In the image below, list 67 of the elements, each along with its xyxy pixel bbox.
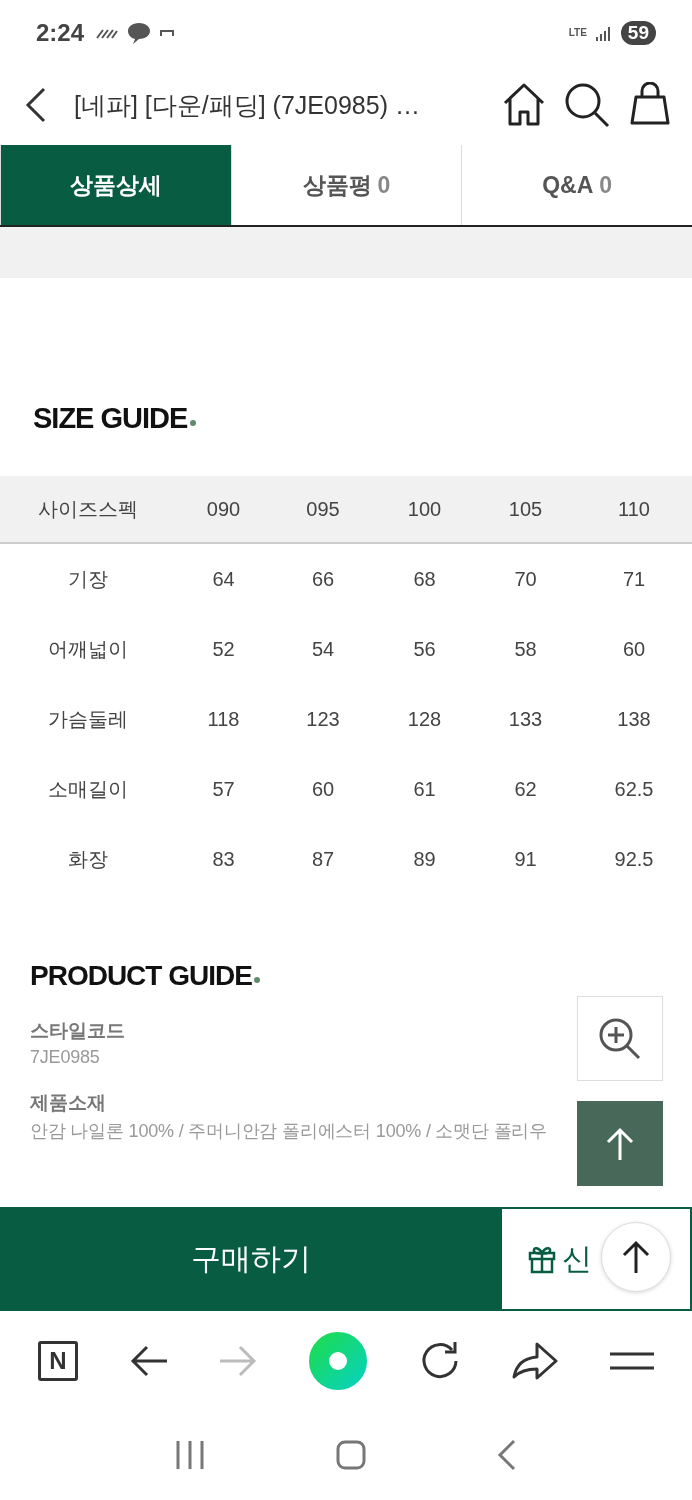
- arrow-up-icon: [621, 1240, 651, 1274]
- arrow-up-icon: [605, 1126, 635, 1161]
- column-header: 100: [406, 496, 443, 522]
- table-cell-text: 64: [211, 566, 236, 592]
- field-value: 안감 나일론 100% / 주머니안감 폴리에스터 100% / 소맷단 폴리우: [30, 1120, 548, 1143]
- field-value: 7JE0985: [30, 1047, 100, 1068]
- table-cell-text: 91: [513, 846, 538, 872]
- table-cell-text: 128: [406, 706, 443, 732]
- table-cell-text: 58: [513, 636, 538, 662]
- field-label: 제품소재: [30, 1091, 106, 1115]
- logo-button[interactable]: N: [37, 1340, 78, 1381]
- minus-icon: [160, 28, 175, 37]
- gift-icon: [528, 1244, 556, 1274]
- column-header: 090: [205, 496, 242, 522]
- shopping-bag-icon[interactable]: [628, 82, 672, 126]
- table-cell-text: 57: [211, 776, 236, 802]
- table-cell-text: 62.5: [613, 776, 655, 802]
- table-cell-text: 66: [310, 566, 336, 592]
- back-icon[interactable]: [24, 87, 48, 123]
- home-icon[interactable]: [502, 82, 546, 126]
- chat-icon: [126, 20, 153, 45]
- column-header: 095: [305, 496, 341, 522]
- network-label: LTE: [568, 27, 587, 38]
- accent-dot: [190, 420, 197, 426]
- table-cell-text: 138: [616, 706, 652, 732]
- section-heading: PRODUCT GUIDE: [30, 960, 252, 992]
- column-header: 105: [507, 496, 544, 522]
- section-heading: SIZE GUIDE: [33, 402, 188, 435]
- table-cell-text: 60: [621, 636, 647, 662]
- battery-level: 59: [620, 20, 656, 45]
- table-cell-text: 71: [621, 566, 647, 592]
- table-cell-text: 60: [310, 776, 336, 802]
- table-cell-text: 61: [412, 776, 437, 802]
- table-cell-text: 133: [507, 706, 544, 732]
- home-button-icon[interactable]: [336, 1440, 366, 1470]
- table-cell-text: 62: [513, 776, 538, 802]
- table-cell-text: 56: [412, 636, 437, 662]
- signal-icon: [594, 24, 613, 41]
- table-cell-text: 83: [211, 846, 236, 872]
- share-icon[interactable]: [512, 1341, 559, 1380]
- menu-icon[interactable]: [610, 1350, 655, 1371]
- table-cell-text: 123: [305, 706, 341, 732]
- table-cell-text: 87: [310, 846, 336, 872]
- page-title: [네파] [다운/패딩] (7JE0985) …: [74, 89, 421, 121]
- table-cell-text: 118: [206, 706, 241, 732]
- tab[interactable]: 상품상세: [0, 145, 231, 225]
- back-arrow-icon[interactable]: [129, 1344, 168, 1377]
- table-cell-text: 92.5: [613, 846, 655, 872]
- table-cell-text: 어깨넓이: [46, 636, 129, 662]
- table-cell-text: 가슴둘레: [46, 706, 129, 732]
- column-header: 110: [617, 496, 651, 522]
- search-icon[interactable]: [564, 82, 610, 128]
- column-header: 사이즈스펙: [36, 496, 139, 522]
- table-cell-text: 화장: [66, 846, 109, 872]
- clock-time: 2:24: [36, 18, 85, 47]
- table-cell-text: 54: [310, 636, 336, 662]
- accent-dot: [253, 977, 260, 983]
- buy-button[interactable]: 구매하기: [0, 1207, 502, 1311]
- table-cell-text: 68: [412, 566, 437, 592]
- table-cell-text: 기장: [66, 566, 109, 592]
- field-label: 스타일코드: [30, 1019, 125, 1043]
- table-cell-text: 70: [513, 566, 538, 592]
- table-cell-text: 52: [211, 636, 236, 662]
- recent-apps-icon[interactable]: [175, 1440, 206, 1470]
- table-cell-text: 소매길이: [46, 776, 129, 802]
- table-cell-text: 89: [412, 846, 437, 872]
- zoom-button[interactable]: [577, 996, 663, 1081]
